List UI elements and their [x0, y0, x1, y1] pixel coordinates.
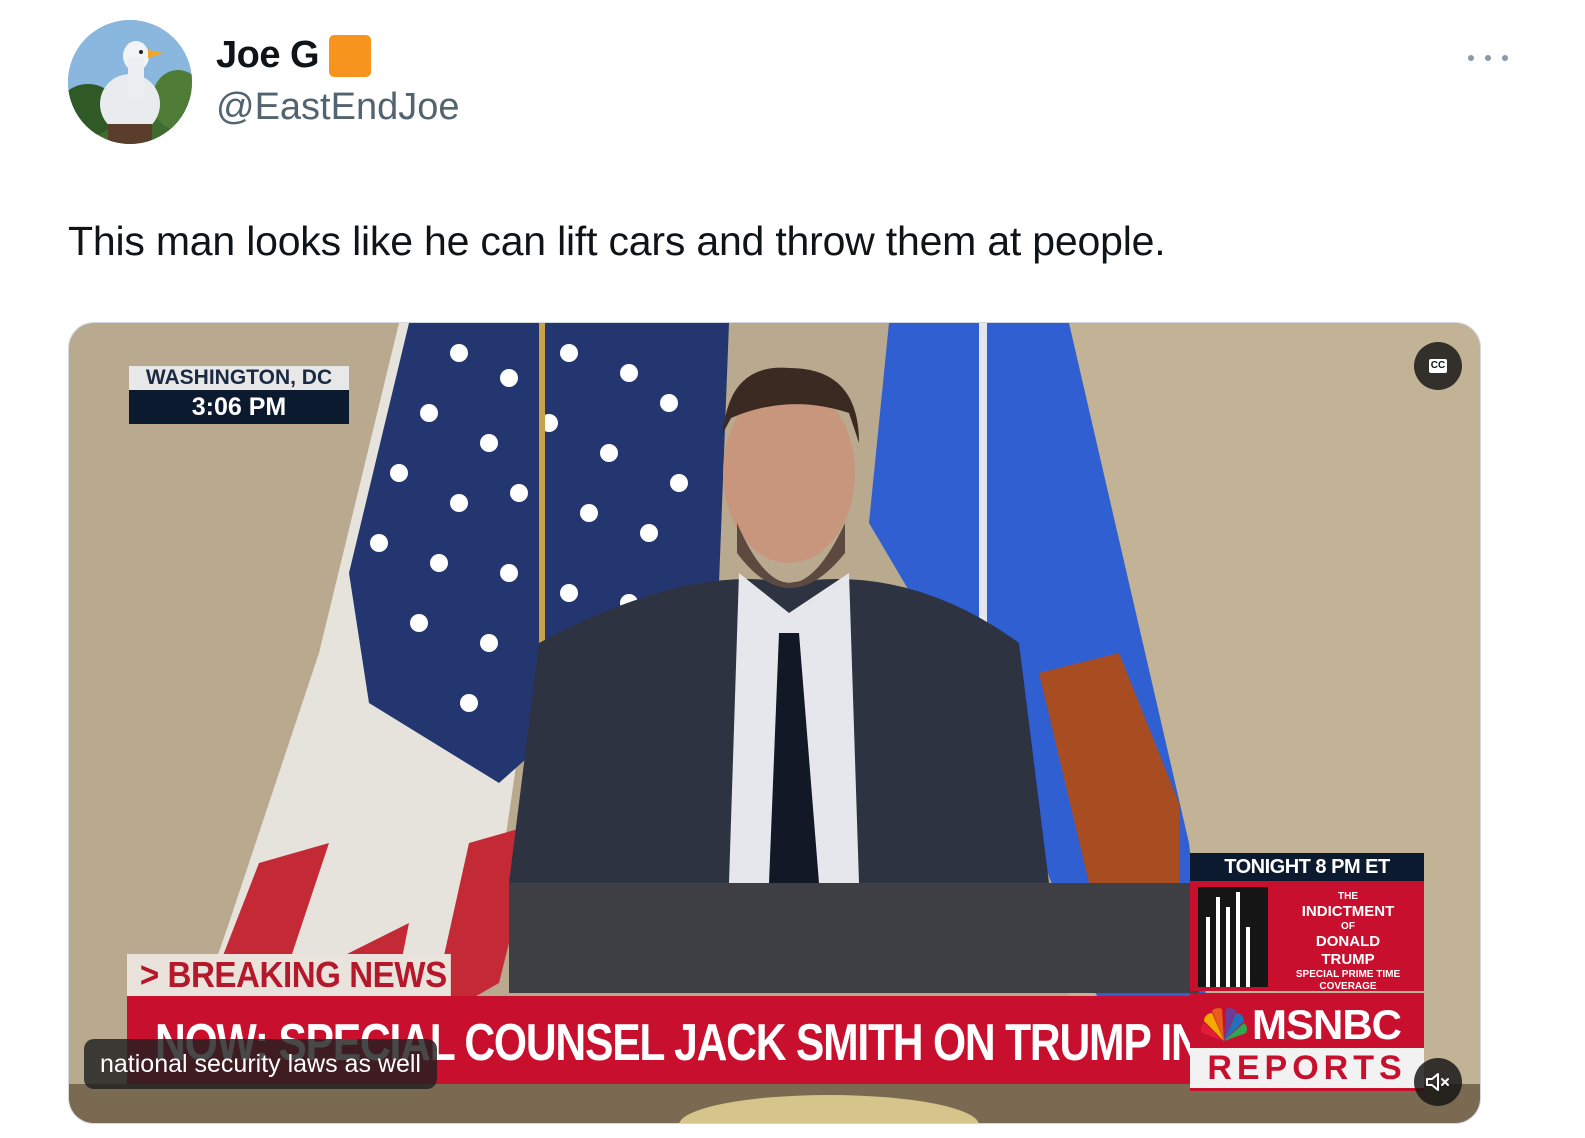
author-name-row: Joe G	[216, 34, 372, 77]
location-bug: WASHINGTON, DC 3:06 PM	[129, 366, 349, 424]
more-dots-icon	[1485, 55, 1491, 61]
author-display-name[interactable]: Joe G	[216, 34, 320, 77]
peacock-icon	[1201, 1008, 1247, 1041]
video-caption: national security laws as well	[84, 1039, 437, 1089]
tweet-text: This man looks like he can lift cars and…	[68, 218, 1166, 264]
barcode-graphic	[1198, 887, 1268, 987]
orange-square-emoji-icon	[329, 34, 372, 77]
unmute-button[interactable]	[1414, 1058, 1462, 1106]
promo-title: THE INDICTMENT OF DONALD TRUMP SPECIAL P…	[1295, 891, 1401, 992]
location-label: WASHINGTON, DC	[129, 366, 349, 390]
author-handle[interactable]: @EastEndJoe	[216, 86, 460, 129]
time-label: 3:06 PM	[129, 390, 349, 424]
promo-time: TONIGHT 8 PM ET	[1190, 853, 1424, 881]
breaking-news-label: > BREAKING NEWS	[127, 954, 451, 996]
more-options-button[interactable]	[1468, 44, 1508, 72]
network-subtitle: REPORTS	[1190, 1048, 1424, 1088]
muted-speaker-icon	[1426, 1073, 1449, 1091]
closed-captions-icon: CC	[1428, 359, 1448, 373]
network-name: MSNBC	[1252, 1001, 1402, 1048]
network-logo: MSNBC REPORTS	[1190, 993, 1424, 1091]
more-dots-icon	[1468, 55, 1474, 61]
podium	[509, 883, 1199, 993]
closed-captions-button[interactable]: CC	[1414, 342, 1462, 390]
more-dots-icon	[1502, 55, 1508, 61]
duck-statue-avatar	[68, 20, 192, 144]
avatar[interactable]	[68, 20, 192, 144]
video-player[interactable]: WASHINGTON, DC 3:06 PM CC TONIGHT 8 PM E…	[68, 322, 1481, 1124]
promo-graphic: TONIGHT 8 PM ET THE INDICTMENT OF DONALD…	[1190, 853, 1424, 992]
